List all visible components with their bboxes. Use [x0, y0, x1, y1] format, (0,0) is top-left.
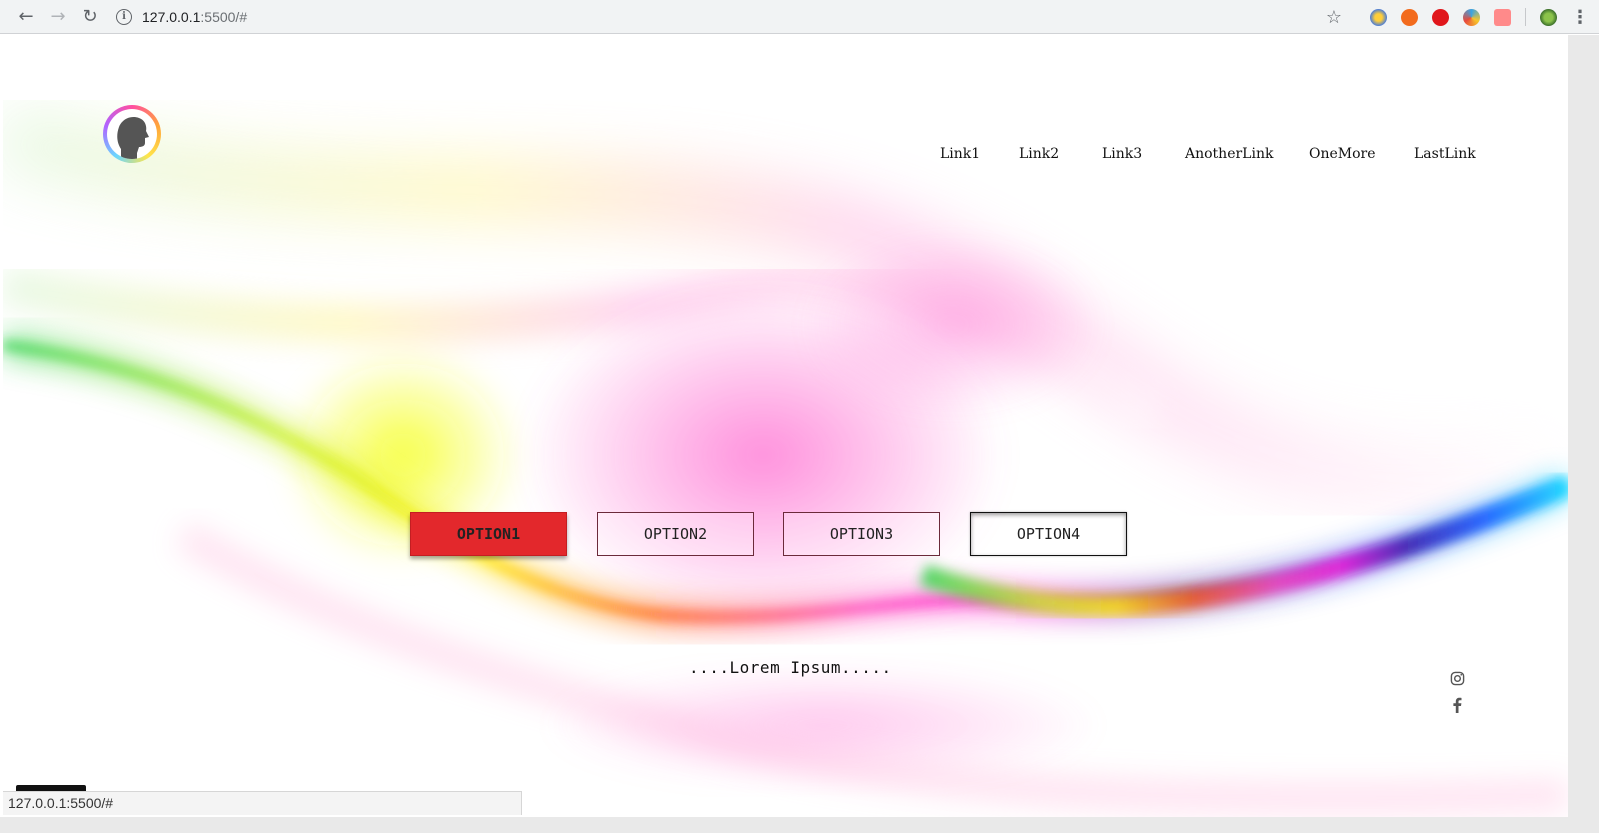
toolbar-right: ☆ ⋮: [1326, 0, 1589, 34]
option2-button[interactable]: OPTION2: [597, 512, 754, 556]
option1-button[interactable]: OPTION1: [410, 512, 567, 556]
profile-logo[interactable]: [103, 105, 161, 163]
extension-icon-4[interactable]: [1463, 8, 1480, 26]
profile-avatar-icon[interactable]: [1540, 8, 1557, 26]
toolbar-separator: [1525, 8, 1526, 26]
option4-button[interactable]: OPTION4: [970, 512, 1127, 556]
site-info-icon[interactable]: i: [116, 8, 132, 25]
window-edge: [1568, 35, 1599, 833]
avatar: [107, 109, 157, 159]
page-viewport: Link1 Link2 Link3 AnotherLink OneMore La…: [3, 35, 1568, 817]
window-bottom-edge: [0, 817, 1568, 833]
nav-link-lastlink[interactable]: LastLink: [1414, 146, 1476, 162]
back-icon[interactable]: ←: [10, 1, 42, 33]
nav-link-anotherlink[interactable]: AnotherLink: [1185, 146, 1273, 162]
browser-menu-icon[interactable]: ⋮: [1571, 7, 1589, 28]
extension-icon-2[interactable]: [1401, 8, 1418, 26]
bookmark-star-icon[interactable]: ☆: [1326, 7, 1342, 28]
facebook-icon[interactable]: [1449, 697, 1465, 717]
forward-icon[interactable]: →: [42, 1, 74, 33]
browser-toolbar: ← → ↻ i 127.0.0.1:5500/# ☆ ⋮: [0, 0, 1599, 34]
option3-button[interactable]: OPTION3: [783, 512, 940, 556]
nav-link-onemore[interactable]: OneMore: [1309, 146, 1376, 162]
nav-link-3[interactable]: Link3: [1102, 146, 1142, 162]
status-bar-url: 127.0.0.1:5500/#: [3, 791, 522, 815]
url-text: 127.0.0.1:5500/#: [142, 8, 248, 25]
instagram-icon[interactable]: [1449, 671, 1465, 690]
reload-icon[interactable]: ↻: [74, 1, 106, 33]
extension-icon-5[interactable]: [1494, 8, 1511, 26]
nav-link-2[interactable]: Link2: [1019, 146, 1059, 162]
extension-icon-3[interactable]: [1432, 8, 1449, 26]
address-bar[interactable]: i 127.0.0.1:5500/#: [116, 3, 247, 31]
extension-icon-1[interactable]: [1370, 8, 1387, 26]
nav-link-1[interactable]: Link1: [940, 146, 980, 162]
tagline-text: ....Lorem Ipsum.....: [689, 658, 892, 677]
